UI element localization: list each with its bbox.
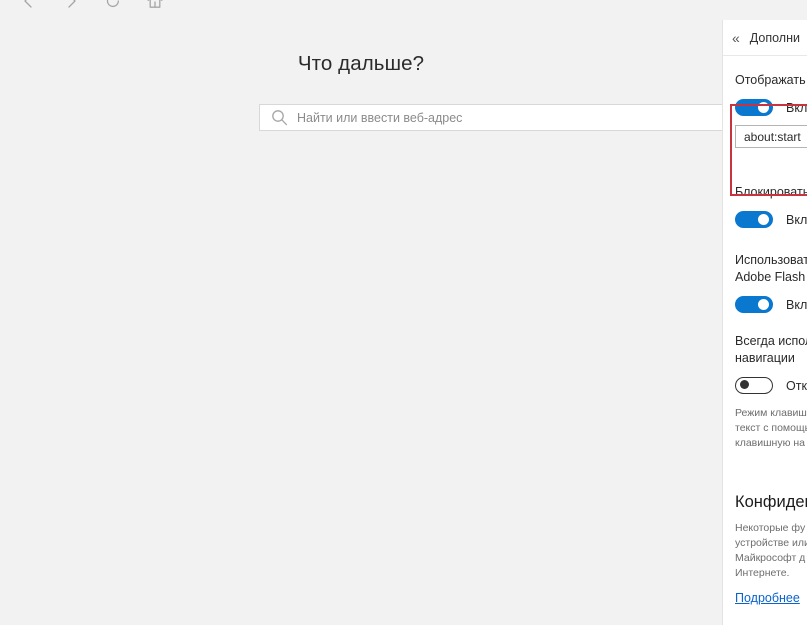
toggle-state-label-popups: Вкл. (786, 212, 807, 227)
toggle-row-caret-browsing[interactable]: Откл (735, 377, 807, 394)
home-button[interactable] (134, 0, 176, 16)
toggle-state-label-caret: Откл (786, 378, 807, 393)
toggle-homepage[interactable] (735, 99, 773, 116)
learn-more-link[interactable]: Подробнее (735, 591, 800, 605)
address-search-bar[interactable] (259, 104, 737, 131)
toggle-row-flash[interactable]: Вкл. (735, 296, 807, 313)
homepage-url-input[interactable] (735, 125, 807, 148)
section-heading-privacy: Конфиден (735, 493, 807, 511)
forward-button[interactable] (50, 0, 92, 16)
setting-group-caret-browsing: Всегда испол навигации Откл Режим клавиш… (723, 333, 807, 451)
panel-body: Отображать Вкл. Блокировать Вкл. (723, 56, 807, 625)
back-arrow-icon (24, 0, 32, 8)
home-icon (147, 0, 163, 8)
forward-arrow-icon (68, 0, 76, 8)
setting-label-popups: Блокировать (735, 185, 807, 199)
panel-title: Дополни (749, 30, 800, 45)
page-title: Что дальше? (297, 52, 425, 75)
toggle-knob (758, 102, 769, 113)
search-icon (271, 109, 288, 126)
toggle-state-label-flash: Вкл. (786, 297, 807, 312)
setting-desc-caret-line3: клавишную на (735, 437, 806, 449)
setting-desc-caret-line2: текст с помощь (735, 422, 807, 434)
search-input[interactable] (297, 105, 736, 130)
setting-group-flash: Использоват Adobe Flash Вкл. (723, 252, 807, 313)
panel-header: « Дополни (723, 20, 807, 56)
privacy-desc-line3: Майкрософт д (735, 552, 806, 564)
toggle-state-label-homepage: Вкл. (786, 100, 807, 115)
advanced-settings-panel: « Дополни Отображать Вкл. Блокировать (722, 20, 807, 625)
toggle-row-popups[interactable]: Вкл. (735, 211, 807, 228)
setting-label-caret-line2: навигации (735, 351, 795, 365)
setting-desc-caret-line1: Режим клавиш (735, 407, 807, 419)
chevron-double-left-icon[interactable]: « (732, 31, 740, 45)
toggle-knob (758, 299, 769, 310)
back-button[interactable] (8, 0, 50, 16)
privacy-desc-line1: Некоторые фу (735, 522, 806, 534)
section-privacy: Конфиден Некоторые фу устройстве или Май… (723, 491, 807, 607)
toggle-caret-browsing[interactable] (735, 377, 773, 394)
toggle-flash[interactable] (735, 296, 773, 313)
setting-group-homepage: Отображать Вкл. (723, 72, 807, 148)
setting-label-flash-line2: Adobe Flash (735, 270, 806, 284)
setting-label-flash-line1: Использоват (735, 253, 807, 267)
refresh-button[interactable] (92, 0, 134, 16)
toggle-knob (740, 380, 749, 389)
toggle-row-homepage[interactable]: Вкл. (735, 99, 807, 116)
browser-page-content: Что дальше? (0, 0, 737, 625)
setting-label-caret-line1: Всегда испол (735, 334, 807, 348)
toggle-knob (758, 214, 769, 225)
toggle-popups[interactable] (735, 211, 773, 228)
privacy-desc-line2: устройстве или (735, 537, 807, 549)
privacy-desc-line4: Интернете. (735, 567, 790, 579)
refresh-icon (106, 0, 119, 8)
setting-label-homepage: Отображать (735, 73, 806, 87)
setting-group-popups: Блокировать Вкл. (723, 184, 807, 228)
browser-navigation-bar (0, 0, 722, 16)
